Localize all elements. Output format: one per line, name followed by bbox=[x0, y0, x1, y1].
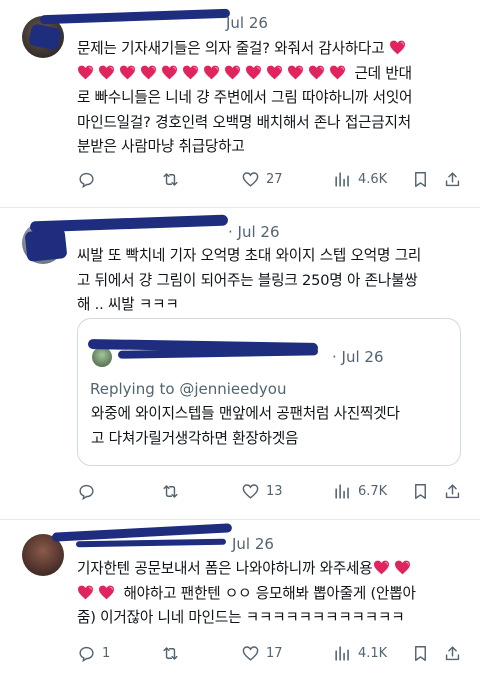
heart-emoji-icon bbox=[224, 65, 241, 80]
tweet-timestamp[interactable]: Jul 26 bbox=[232, 535, 274, 553]
heart-emoji-icon bbox=[98, 585, 115, 600]
retweet-icon bbox=[161, 644, 180, 663]
replying-to[interactable]: Replying to @jennieedyou bbox=[90, 380, 286, 398]
like-icon bbox=[241, 170, 260, 189]
views-icon bbox=[333, 482, 352, 501]
share-icon bbox=[443, 644, 462, 663]
tweet-1[interactable]: Jul 26 문제는 기자새기들은 의자 줄걸? 와줘서 감사하다고 근데 반대… bbox=[0, 0, 480, 202]
bookmark-icon bbox=[411, 170, 430, 189]
bookmark-button[interactable] bbox=[411, 482, 430, 501]
like-count: 17 bbox=[266, 646, 283, 661]
bookmark-button[interactable] bbox=[411, 644, 430, 663]
tweet-text-line: 줌) 이거잖아 니네 마인드는 ㅋㅋㅋㅋㅋㅋㅋㅋㅋㅋㅋㅋ bbox=[77, 609, 405, 626]
like-button[interactable]: 13 bbox=[241, 482, 283, 501]
heart-emoji-icon bbox=[119, 65, 136, 80]
like-count: 27 bbox=[266, 172, 283, 187]
quote-text: 와중에 와이지스텝들 맨앞에서 공팬처럼 사진찍겟다 고 다쳐가릴거생각하면 환… bbox=[91, 405, 400, 447]
view-count: 6.7K bbox=[358, 484, 388, 499]
heart-emoji-icon bbox=[373, 560, 390, 575]
reply-icon bbox=[77, 482, 96, 501]
tweet-text-line: 문제는 기자새기들은 의자 줄걸? 와줘서 감사하다고 bbox=[77, 40, 385, 57]
tweet-actions: 13 6.7K bbox=[77, 482, 465, 504]
tweet-timestamp[interactable]: Jul 26 bbox=[226, 14, 268, 32]
heart-emoji-icon bbox=[77, 65, 94, 80]
share-icon bbox=[443, 170, 462, 189]
view-count: 4.1K bbox=[358, 646, 388, 661]
tweet-text-line: 근데 반대 bbox=[354, 64, 412, 82]
redacted-author-name bbox=[24, 227, 68, 263]
quote-timestamp[interactable]: · Jul 26 bbox=[332, 348, 384, 366]
retweet-button[interactable] bbox=[161, 644, 186, 663]
bookmark-button[interactable] bbox=[411, 170, 430, 189]
heart-emoji-icon bbox=[182, 65, 199, 80]
reply-button[interactable]: 1 bbox=[77, 644, 110, 663]
bookmark-icon bbox=[411, 482, 430, 501]
bookmark-icon bbox=[411, 644, 430, 663]
views-icon bbox=[333, 170, 352, 189]
like-button[interactable]: 27 bbox=[241, 170, 283, 189]
reply-icon bbox=[77, 170, 96, 189]
heart-emoji-icon bbox=[329, 65, 346, 80]
heart-emoji-icon bbox=[394, 560, 411, 575]
like-button[interactable]: 17 bbox=[241, 644, 283, 663]
views-button[interactable]: 6.7K bbox=[333, 482, 387, 501]
heart-emoji-icon bbox=[245, 65, 262, 80]
tweet-text-line: 기자한텐 공문보내서 폼은 나와야하니까 와주세용 bbox=[77, 560, 373, 577]
heart-emoji-icon bbox=[140, 65, 157, 80]
avatar[interactable] bbox=[92, 347, 112, 367]
retweet-icon bbox=[161, 170, 180, 189]
views-button[interactable]: 4.6K bbox=[333, 170, 387, 189]
like-count: 13 bbox=[266, 484, 283, 499]
heart-emoji-icon bbox=[77, 585, 94, 600]
tweet-text-line: 로 빠수니들은 니네 걍 주변에서 그림 따야하니까 서잇어 마인드일걸? 경호… bbox=[77, 89, 413, 155]
redacted-author-name bbox=[39, 8, 231, 25]
heart-emoji-icon bbox=[161, 65, 178, 80]
heart-emoji-icon bbox=[308, 65, 325, 80]
reply-count: 1 bbox=[102, 646, 111, 661]
tweet-text: 씨발 또 빡치네 기자 오억명 초대 와이지 스텝 오억명 그리 고 뒤에서 걍… bbox=[77, 247, 422, 313]
heart-emoji-icon bbox=[266, 65, 283, 80]
retweet-button[interactable] bbox=[161, 170, 186, 189]
reply-button[interactable] bbox=[77, 482, 102, 501]
tweet-actions: 1 17 4.1K bbox=[77, 644, 465, 666]
redacted-author-name bbox=[75, 538, 227, 548]
reply-button[interactable] bbox=[77, 170, 102, 189]
retweet-button[interactable] bbox=[161, 482, 186, 501]
share-button[interactable] bbox=[443, 644, 462, 663]
retweet-icon bbox=[161, 482, 180, 501]
heart-emoji-icon bbox=[203, 65, 220, 80]
views-icon bbox=[333, 644, 352, 663]
quoted-tweet[interactable]: · Jul 26 Replying to @jennieedyou 와중에 와이… bbox=[77, 318, 461, 466]
like-icon bbox=[241, 644, 260, 663]
view-count: 4.6K bbox=[358, 172, 388, 187]
heart-emoji-icon bbox=[389, 40, 406, 55]
share-icon bbox=[443, 482, 462, 501]
reply-icon bbox=[77, 644, 96, 663]
tweet-text-line: 해야하고 팬한텐 ㅇㅇ 응모해봐 뽑아줄게 (안뽑아 bbox=[123, 584, 416, 602]
tweet-text: 문제는 기자새기들은 의자 줄걸? 와줘서 감사하다고 근데 반대 로 빠수니들… bbox=[77, 37, 469, 160]
heart-emoji-icon bbox=[287, 65, 304, 80]
like-icon bbox=[241, 482, 260, 501]
share-button[interactable] bbox=[443, 482, 462, 501]
views-button[interactable]: 4.1K bbox=[333, 644, 387, 663]
tweet-timestamp[interactable]: · Jul 26 bbox=[228, 223, 280, 241]
heart-emoji-icon bbox=[98, 65, 115, 80]
tweet-text: 기자한텐 공문보내서 폼은 나와야하니까 와주세용 해야하고 팬한텐 ㅇㅇ 응모… bbox=[77, 557, 469, 631]
share-button[interactable] bbox=[443, 170, 462, 189]
tweet-actions: 27 4.6K bbox=[77, 170, 465, 192]
